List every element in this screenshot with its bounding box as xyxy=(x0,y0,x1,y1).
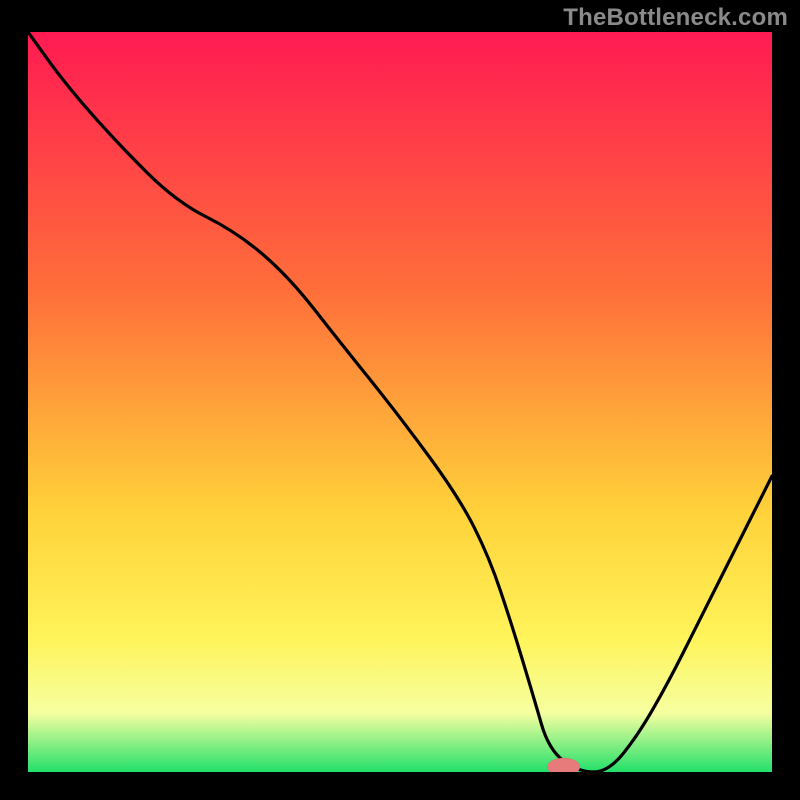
watermark-text: TheBottleneck.com xyxy=(563,4,788,32)
bottleneck-chart xyxy=(28,32,772,772)
plot-background xyxy=(28,32,772,772)
